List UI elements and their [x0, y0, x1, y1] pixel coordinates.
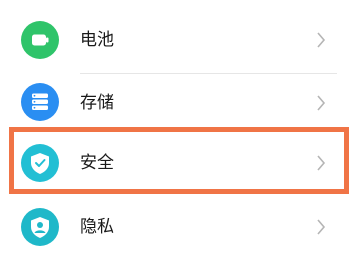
settings-item-label: 存储 — [80, 93, 114, 113]
battery-icon — [21, 21, 59, 59]
chevron-right-icon — [314, 154, 328, 172]
settings-item-security[interactable]: 安全 — [0, 131, 359, 191]
chevron-right-icon — [314, 94, 328, 112]
settings-item-battery[interactable]: 电池 — [0, 10, 359, 70]
settings-item-storage[interactable]: 存储 — [0, 72, 359, 132]
chevron-right-icon — [314, 31, 328, 49]
shield-icon — [21, 144, 59, 182]
settings-item-privacy[interactable]: 隐私 — [0, 197, 359, 257]
settings-item-label: 隐私 — [80, 217, 114, 237]
chevron-right-icon — [314, 218, 328, 236]
settings-list: 电池 存储 安全 隐私 — [0, 0, 359, 246]
settings-item-label: 电池 — [80, 30, 114, 50]
storage-icon — [21, 83, 59, 121]
settings-item-label: 安全 — [80, 153, 114, 173]
privacy-icon — [21, 208, 59, 246]
